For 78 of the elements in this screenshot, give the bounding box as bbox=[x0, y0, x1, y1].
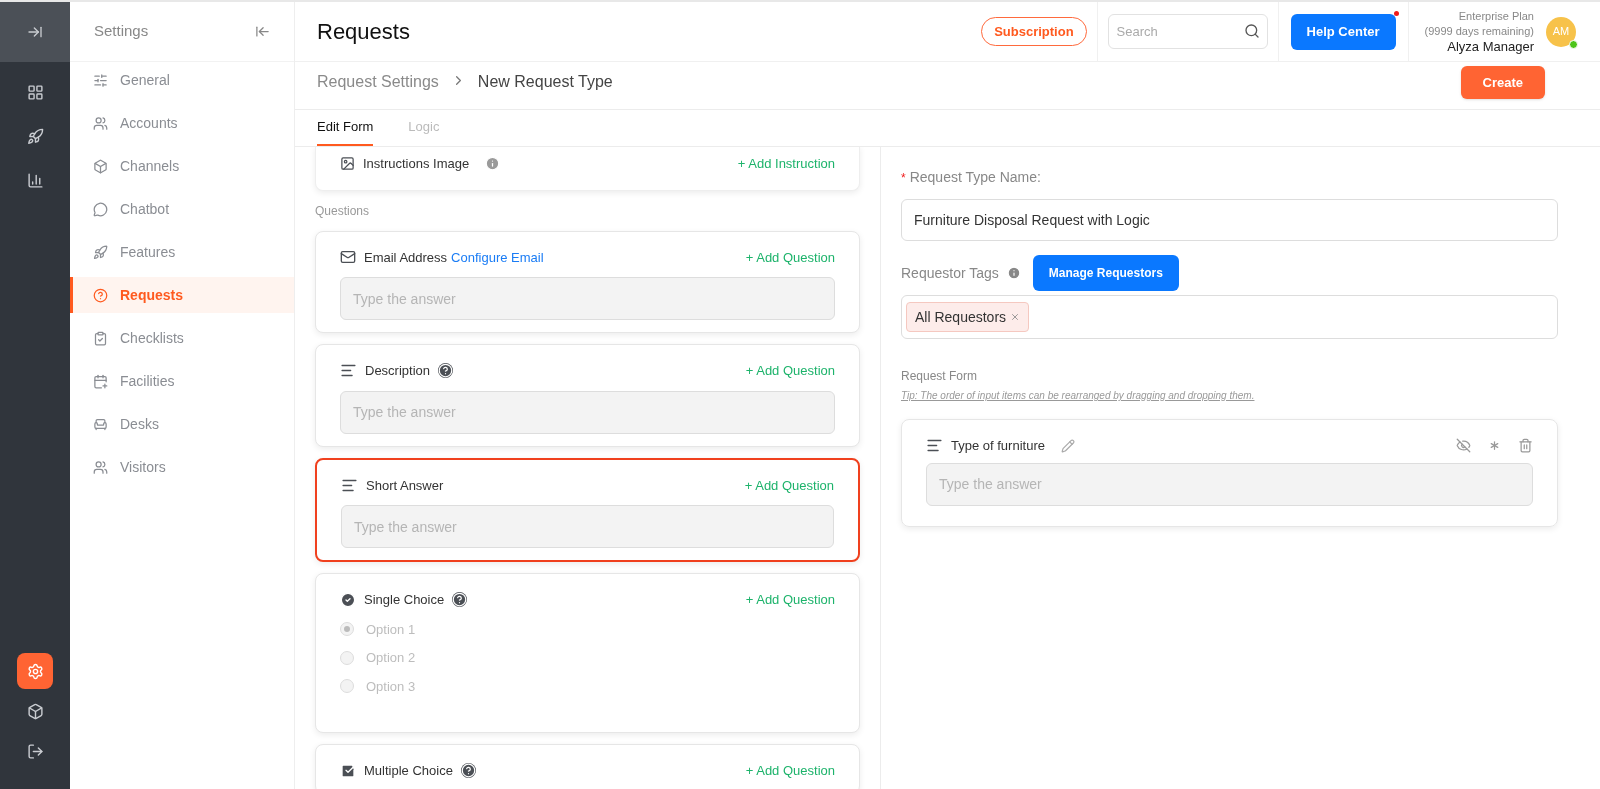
checkbox-icon bbox=[340, 762, 356, 779]
add-question-link[interactable]: + Add Question bbox=[745, 761, 835, 781]
sidebar-item[interactable]: General bbox=[70, 62, 294, 98]
sidebar-item[interactable]: Accounts bbox=[70, 105, 294, 141]
breadcrumb-parent[interactable]: Request Settings bbox=[317, 70, 439, 94]
clipboard-icon bbox=[93, 330, 108, 346]
settings-icon[interactable] bbox=[17, 653, 53, 689]
plan-name: Enterprise Plan bbox=[1458, 9, 1534, 24]
option-label: Option 3 bbox=[366, 677, 416, 696]
page-title: Requests bbox=[317, 18, 410, 46]
question-icon bbox=[93, 287, 108, 303]
calendar-icon bbox=[93, 373, 108, 389]
sidebar-item[interactable]: Facilities bbox=[70, 363, 294, 399]
required-mark: * bbox=[901, 169, 906, 187]
add-question-link[interactable]: + Add Question bbox=[744, 475, 834, 495]
sidebar-item[interactable]: Chatbot bbox=[70, 191, 294, 227]
search-icon bbox=[1243, 23, 1260, 39]
form-tab[interactable]: Logic bbox=[408, 116, 440, 146]
answer-field[interactable]: Type the answer bbox=[341, 505, 834, 548]
instructions-label: Instructions Image bbox=[363, 155, 470, 173]
tip-text: Tip: The order of input items can be rearranged by dragging and dropping them. bbox=[901, 389, 1256, 403]
expand-menu-icon[interactable] bbox=[27, 24, 43, 40]
form-item-label: Type of furniture bbox=[951, 437, 1045, 455]
info-icon bbox=[485, 156, 501, 172]
sidebar-item[interactable]: Requests bbox=[70, 277, 294, 313]
search-field[interactable]: Search bbox=[1107, 14, 1268, 49]
name-field[interactable]: Furniture Disposal Request with Logic bbox=[901, 199, 1558, 241]
people-icon bbox=[93, 459, 108, 475]
question-label: Description bbox=[365, 362, 431, 380]
user-name: Alyza Manager bbox=[1447, 39, 1534, 54]
collapse-icon[interactable] bbox=[255, 24, 270, 39]
rocket-icon bbox=[93, 244, 108, 260]
envelope-icon bbox=[340, 249, 356, 266]
radio-button[interactable] bbox=[340, 650, 354, 665]
question-label: Short Answer bbox=[366, 476, 444, 495]
breadcrumb-current: New Request Type bbox=[477, 72, 613, 92]
add-instruction-link[interactable]: + Add Instruction bbox=[737, 154, 835, 174]
answer-field[interactable]: Type the answer bbox=[926, 462, 1533, 506]
trash-icon[interactable] bbox=[1518, 438, 1533, 454]
add-question-link[interactable]: + Add Question bbox=[745, 590, 835, 610]
answer-field[interactable]: Type the answer bbox=[340, 390, 835, 434]
add-question-link[interactable]: + Add Question bbox=[745, 247, 835, 267]
question-label: Single Choice bbox=[364, 591, 445, 609]
chat-bubble-icon bbox=[93, 201, 108, 217]
sidebar-item[interactable]: Visitors bbox=[70, 449, 294, 485]
image-icon bbox=[340, 156, 355, 172]
field-label: Request Type Name: bbox=[909, 168, 1041, 187]
sliders-icon bbox=[93, 72, 108, 88]
close-icon[interactable] bbox=[1010, 312, 1021, 322]
answer-field[interactable]: Type the answer bbox=[340, 277, 835, 320]
people-icon bbox=[93, 115, 108, 131]
radio-button[interactable] bbox=[340, 622, 354, 637]
add-question-link[interactable]: + Add Question bbox=[745, 361, 835, 381]
form-heading: Request Form bbox=[901, 368, 979, 385]
option-label: Option 2 bbox=[366, 649, 416, 667]
create-button[interactable]: Create bbox=[1460, 66, 1545, 99]
sidebar-title: Settings bbox=[94, 21, 149, 42]
question-label: Multiple Choice bbox=[364, 762, 453, 780]
configure-email-link[interactable]: Configure Email bbox=[451, 247, 544, 267]
sidebar-item[interactable]: Channels bbox=[70, 148, 294, 184]
field-label: Requestor Tags bbox=[901, 263, 999, 283]
question-label: Email Address bbox=[364, 248, 448, 267]
eye-off-icon[interactable] bbox=[1456, 438, 1471, 454]
pencil-icon[interactable] bbox=[1060, 438, 1075, 453]
info-icon bbox=[1006, 266, 1021, 280]
sidebar-item[interactable]: Desks bbox=[70, 406, 294, 442]
plan-remaining: (9999 days remaining) bbox=[1424, 24, 1534, 39]
requestor-tag: All Requestors bbox=[906, 302, 1030, 332]
tags-field[interactable]: All Requestors bbox=[901, 295, 1558, 339]
sidebar-item[interactable]: Checklists bbox=[70, 320, 294, 356]
cube-icon bbox=[93, 158, 108, 174]
radio-button[interactable] bbox=[340, 679, 354, 694]
questions-heading: Questions bbox=[315, 202, 371, 220]
manage-requestors-button[interactable]: Manage Requestors bbox=[1032, 255, 1179, 291]
help-center-button[interactable]: Help Center bbox=[1290, 13, 1396, 50]
check-circle-icon bbox=[340, 591, 356, 608]
sidebar-item[interactable]: Features bbox=[70, 234, 294, 270]
option-label: Option 1 bbox=[366, 620, 416, 639]
